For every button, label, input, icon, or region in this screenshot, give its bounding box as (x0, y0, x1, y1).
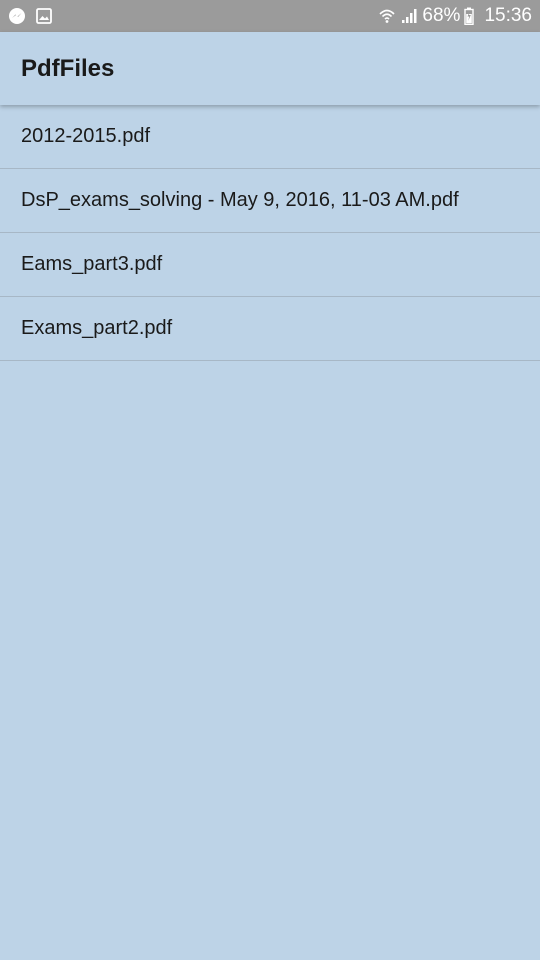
file-list-item[interactable]: Exams_part2.pdf (0, 297, 540, 361)
app-bar: PdfFiles (0, 32, 540, 105)
status-notifications (8, 7, 52, 25)
status-bar: 68% 15:36 (0, 0, 540, 32)
app-title: PdfFiles (21, 54, 115, 82)
status-system: 68% 15:36 (378, 5, 532, 27)
signal-icon (400, 7, 418, 25)
file-list-item[interactable]: DsP_exams_solving - May 9, 2016, 11-03 A… (0, 169, 540, 233)
wifi-icon (378, 7, 396, 25)
messenger-icon (8, 7, 26, 25)
status-time: 15:36 (484, 5, 532, 26)
battery-icon (464, 7, 475, 25)
gallery-icon (36, 8, 52, 24)
file-list-item[interactable]: Eams_part3.pdf (0, 233, 540, 297)
battery-percentage: 68% (422, 5, 461, 26)
file-list-item[interactable]: 2012-2015.pdf (0, 105, 540, 169)
file-list: 2012-2015.pdf DsP_exams_solving - May 9,… (0, 105, 540, 361)
